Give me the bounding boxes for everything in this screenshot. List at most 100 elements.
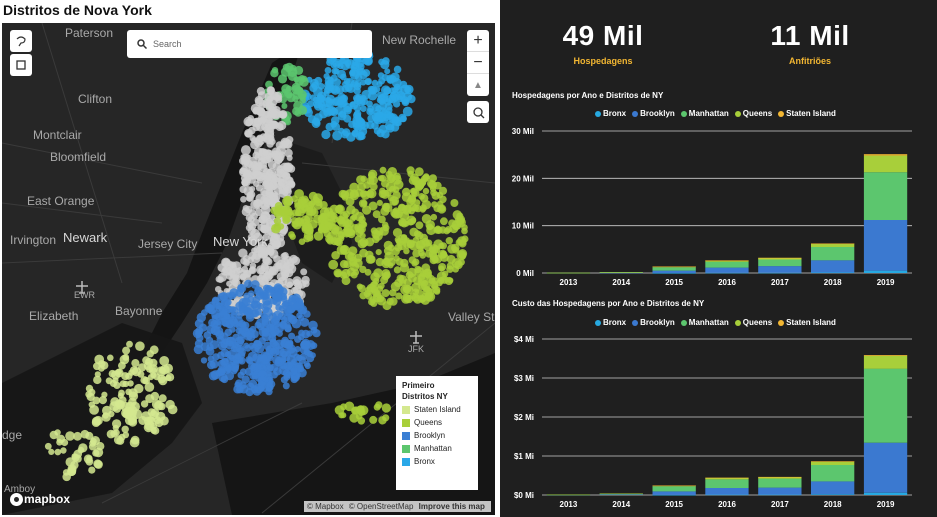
listing-dot: [351, 208, 359, 216]
improve-map-link[interactable]: Improve this map: [419, 502, 485, 511]
legend-item[interactable]: Staten Island: [402, 405, 472, 414]
mapbox-logo: mapbox: [10, 492, 70, 506]
listing-dot: [271, 120, 279, 128]
listing-dot: [144, 382, 155, 392]
chart-legend-item[interactable]: Bronx: [595, 109, 626, 118]
listing-dot: [382, 257, 391, 266]
bar-segment: [705, 260, 749, 261]
chart-legend-item[interactable]: Brooklyn: [632, 109, 675, 118]
chart-legend-item[interactable]: Manhattan: [680, 109, 729, 118]
listing-dot: [121, 425, 129, 433]
listing-dot: [292, 279, 301, 287]
chart-legend-item[interactable]: Staten Island: [778, 109, 836, 118]
listing-dot: [393, 65, 402, 74]
chart-legend-item[interactable]: Bronx: [595, 318, 626, 327]
lasso-select-button[interactable]: [10, 30, 32, 52]
attribution-mapbox[interactable]: © Mapbox: [307, 502, 344, 511]
bar-segment: [652, 491, 696, 495]
listing-dot: [100, 361, 109, 370]
chart-legend-item[interactable]: Staten Island: [778, 318, 836, 327]
listing-dot: [243, 116, 254, 127]
listing-dot: [273, 283, 283, 293]
listing-dot: [119, 380, 127, 388]
compass-button[interactable]: ▲: [467, 74, 489, 96]
legend-item[interactable]: Brooklyn: [402, 431, 472, 440]
listing-dot: [398, 219, 405, 226]
listing-dot: [300, 317, 310, 327]
attribution-osm[interactable]: © OpenStreetMap: [349, 502, 414, 511]
listing-dot: [350, 271, 358, 279]
listing-dot: [321, 129, 331, 140]
listing-dot: [303, 310, 311, 318]
listing-dot: [215, 305, 222, 312]
legend-item[interactable]: Queens: [402, 418, 472, 427]
listing-dot: [406, 166, 415, 175]
listing-dot: [332, 130, 343, 141]
listing-dot: [212, 353, 220, 361]
x-tick-label: 2016: [718, 278, 736, 287]
listing-dot: [273, 310, 283, 320]
listing-dot: [252, 166, 262, 176]
listing-dot: [314, 76, 323, 85]
bar-segment: [758, 494, 802, 496]
listing-dot: [452, 210, 462, 220]
listing-dot: [65, 431, 75, 441]
listing-dot: [443, 227, 451, 235]
chart-legend-dot: [632, 319, 639, 326]
listing-dot: [235, 311, 243, 319]
listing-dot: [288, 231, 295, 238]
listing-dot: [159, 416, 169, 426]
listing-dot: [88, 466, 96, 474]
legend-item[interactable]: Bronx: [402, 457, 472, 466]
listing-dot: [146, 350, 154, 358]
bar-segment: [863, 355, 908, 356]
listing-dot: [349, 215, 356, 222]
listing-dot: [379, 187, 386, 195]
listing-dot: [364, 268, 372, 276]
listing-dot: [250, 199, 261, 210]
listing-dot: [294, 65, 304, 75]
chart-legend-dot: [734, 319, 741, 326]
rect-select-button[interactable]: [10, 54, 32, 76]
listing-dot: [241, 158, 250, 167]
zoom-to-fit-button[interactable]: [467, 101, 489, 123]
listing-dot: [438, 265, 445, 272]
listing-dot: [339, 96, 347, 103]
map-canvas[interactable]: Paterson New Rochelle Clifton Montclair …: [2, 23, 495, 515]
listing-dot: [126, 340, 133, 348]
search-box[interactable]: [127, 30, 372, 58]
listing-dot: [461, 227, 468, 235]
legend-label: Staten Island: [414, 405, 461, 414]
bar-segment: [811, 243, 855, 247]
chart1-legend: Bronx Brooklyn Manhattan Queens Staten Islan…: [595, 109, 842, 118]
listing-dot: [67, 467, 76, 477]
listing-dot: [445, 237, 453, 245]
listing-dot: [254, 321, 262, 329]
listing-dot: [248, 362, 256, 370]
chart-legend-item[interactable]: Brooklyn: [632, 318, 675, 327]
bar-segment: [811, 494, 855, 495]
listing-dot: [324, 96, 332, 103]
search-input[interactable]: [153, 36, 363, 52]
zoom-in-button[interactable]: +: [467, 30, 489, 52]
x-tick-label: 2019: [877, 278, 895, 287]
bar-segment: [863, 442, 908, 493]
listing-dot: [318, 225, 327, 234]
kpi-anfitrioes: 11 Mil Anfitriões: [740, 20, 880, 66]
listing-dot: [355, 188, 364, 197]
legend-item[interactable]: Manhattan: [402, 444, 472, 453]
bar-segment: [652, 266, 696, 268]
listing-dot: [206, 343, 214, 351]
chart-legend-item[interactable]: Manhattan: [680, 318, 729, 327]
lasso-icon: [16, 36, 26, 47]
listing-dot: [433, 254, 442, 264]
listing-dot: [356, 224, 366, 234]
listing-dot: [338, 218, 347, 227]
zoom-out-button[interactable]: −: [467, 52, 489, 74]
listing-dot: [267, 323, 275, 332]
listing-dot: [378, 97, 386, 105]
chart-legend-item[interactable]: Queens: [734, 318, 772, 327]
listing-dot: [125, 372, 133, 380]
listing-dot: [109, 379, 118, 387]
chart-legend-item[interactable]: Queens: [734, 109, 772, 118]
